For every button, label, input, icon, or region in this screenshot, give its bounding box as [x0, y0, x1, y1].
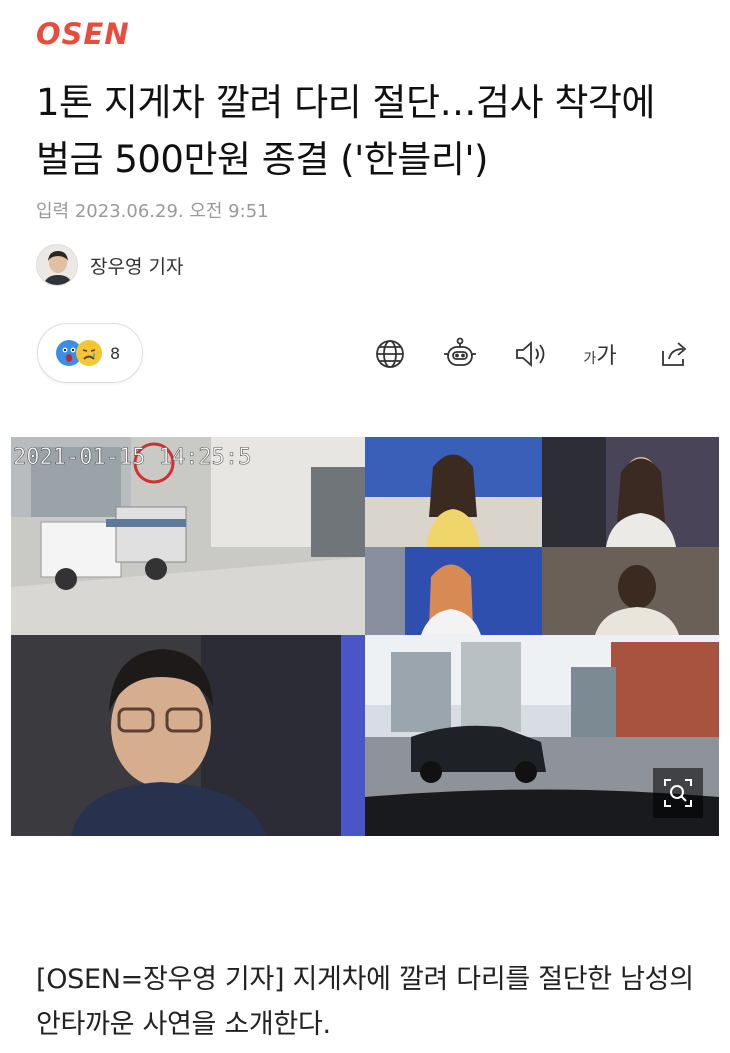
studio-panel-2	[542, 437, 719, 547]
share-button[interactable]	[654, 334, 694, 374]
summary-button[interactable]	[440, 334, 480, 374]
article-title: 1톤 지게차 깔려 다리 절단…검사 착각에 벌금 500만원 종결 ('한블리…	[36, 81, 655, 181]
text-to-speech-button[interactable]	[510, 334, 550, 374]
author-name: 장우영 기자	[90, 255, 184, 278]
logo-text: OSEN	[36, 18, 130, 48]
magnify-icon	[664, 779, 692, 807]
publish-date: 입력 2023.06.29. 오전 9:51	[36, 201, 269, 222]
host-panel	[11, 635, 365, 836]
article-photo[interactable]: 2021-01-15 14:25:5	[11, 437, 719, 836]
author-byline[interactable]: 장우영 기자	[36, 243, 183, 287]
osen-logo[interactable]: OSEN	[36, 18, 166, 48]
reaction-button[interactable]: 8	[37, 323, 143, 383]
robot-summary-icon	[444, 337, 476, 366]
font-size-icon: 가가	[583, 344, 617, 369]
avatar	[36, 244, 78, 286]
globe-icon	[376, 340, 404, 368]
cctv-panel: 2021-01-15 14:25:5	[11, 437, 365, 635]
reaction-count: 8	[110, 343, 121, 363]
speaker-icon	[516, 341, 545, 367]
share-icon	[662, 342, 687, 366]
cctv-timestamp: 2021-01-15 14:25:5	[13, 445, 251, 470]
studio-panel-3	[365, 547, 542, 635]
font-size-button[interactable]: 가가	[580, 334, 620, 374]
translate-button[interactable]	[370, 334, 410, 374]
sad-face-icon	[76, 340, 102, 366]
studio-panel-4	[542, 547, 719, 635]
article-body: [OSEN=장우영 기자] 지게차에 깔려 다리를 절단한 남성의 안타까운 사…	[36, 964, 694, 1040]
image-zoom-button[interactable]	[653, 768, 703, 818]
studio-panel-1	[365, 437, 542, 547]
